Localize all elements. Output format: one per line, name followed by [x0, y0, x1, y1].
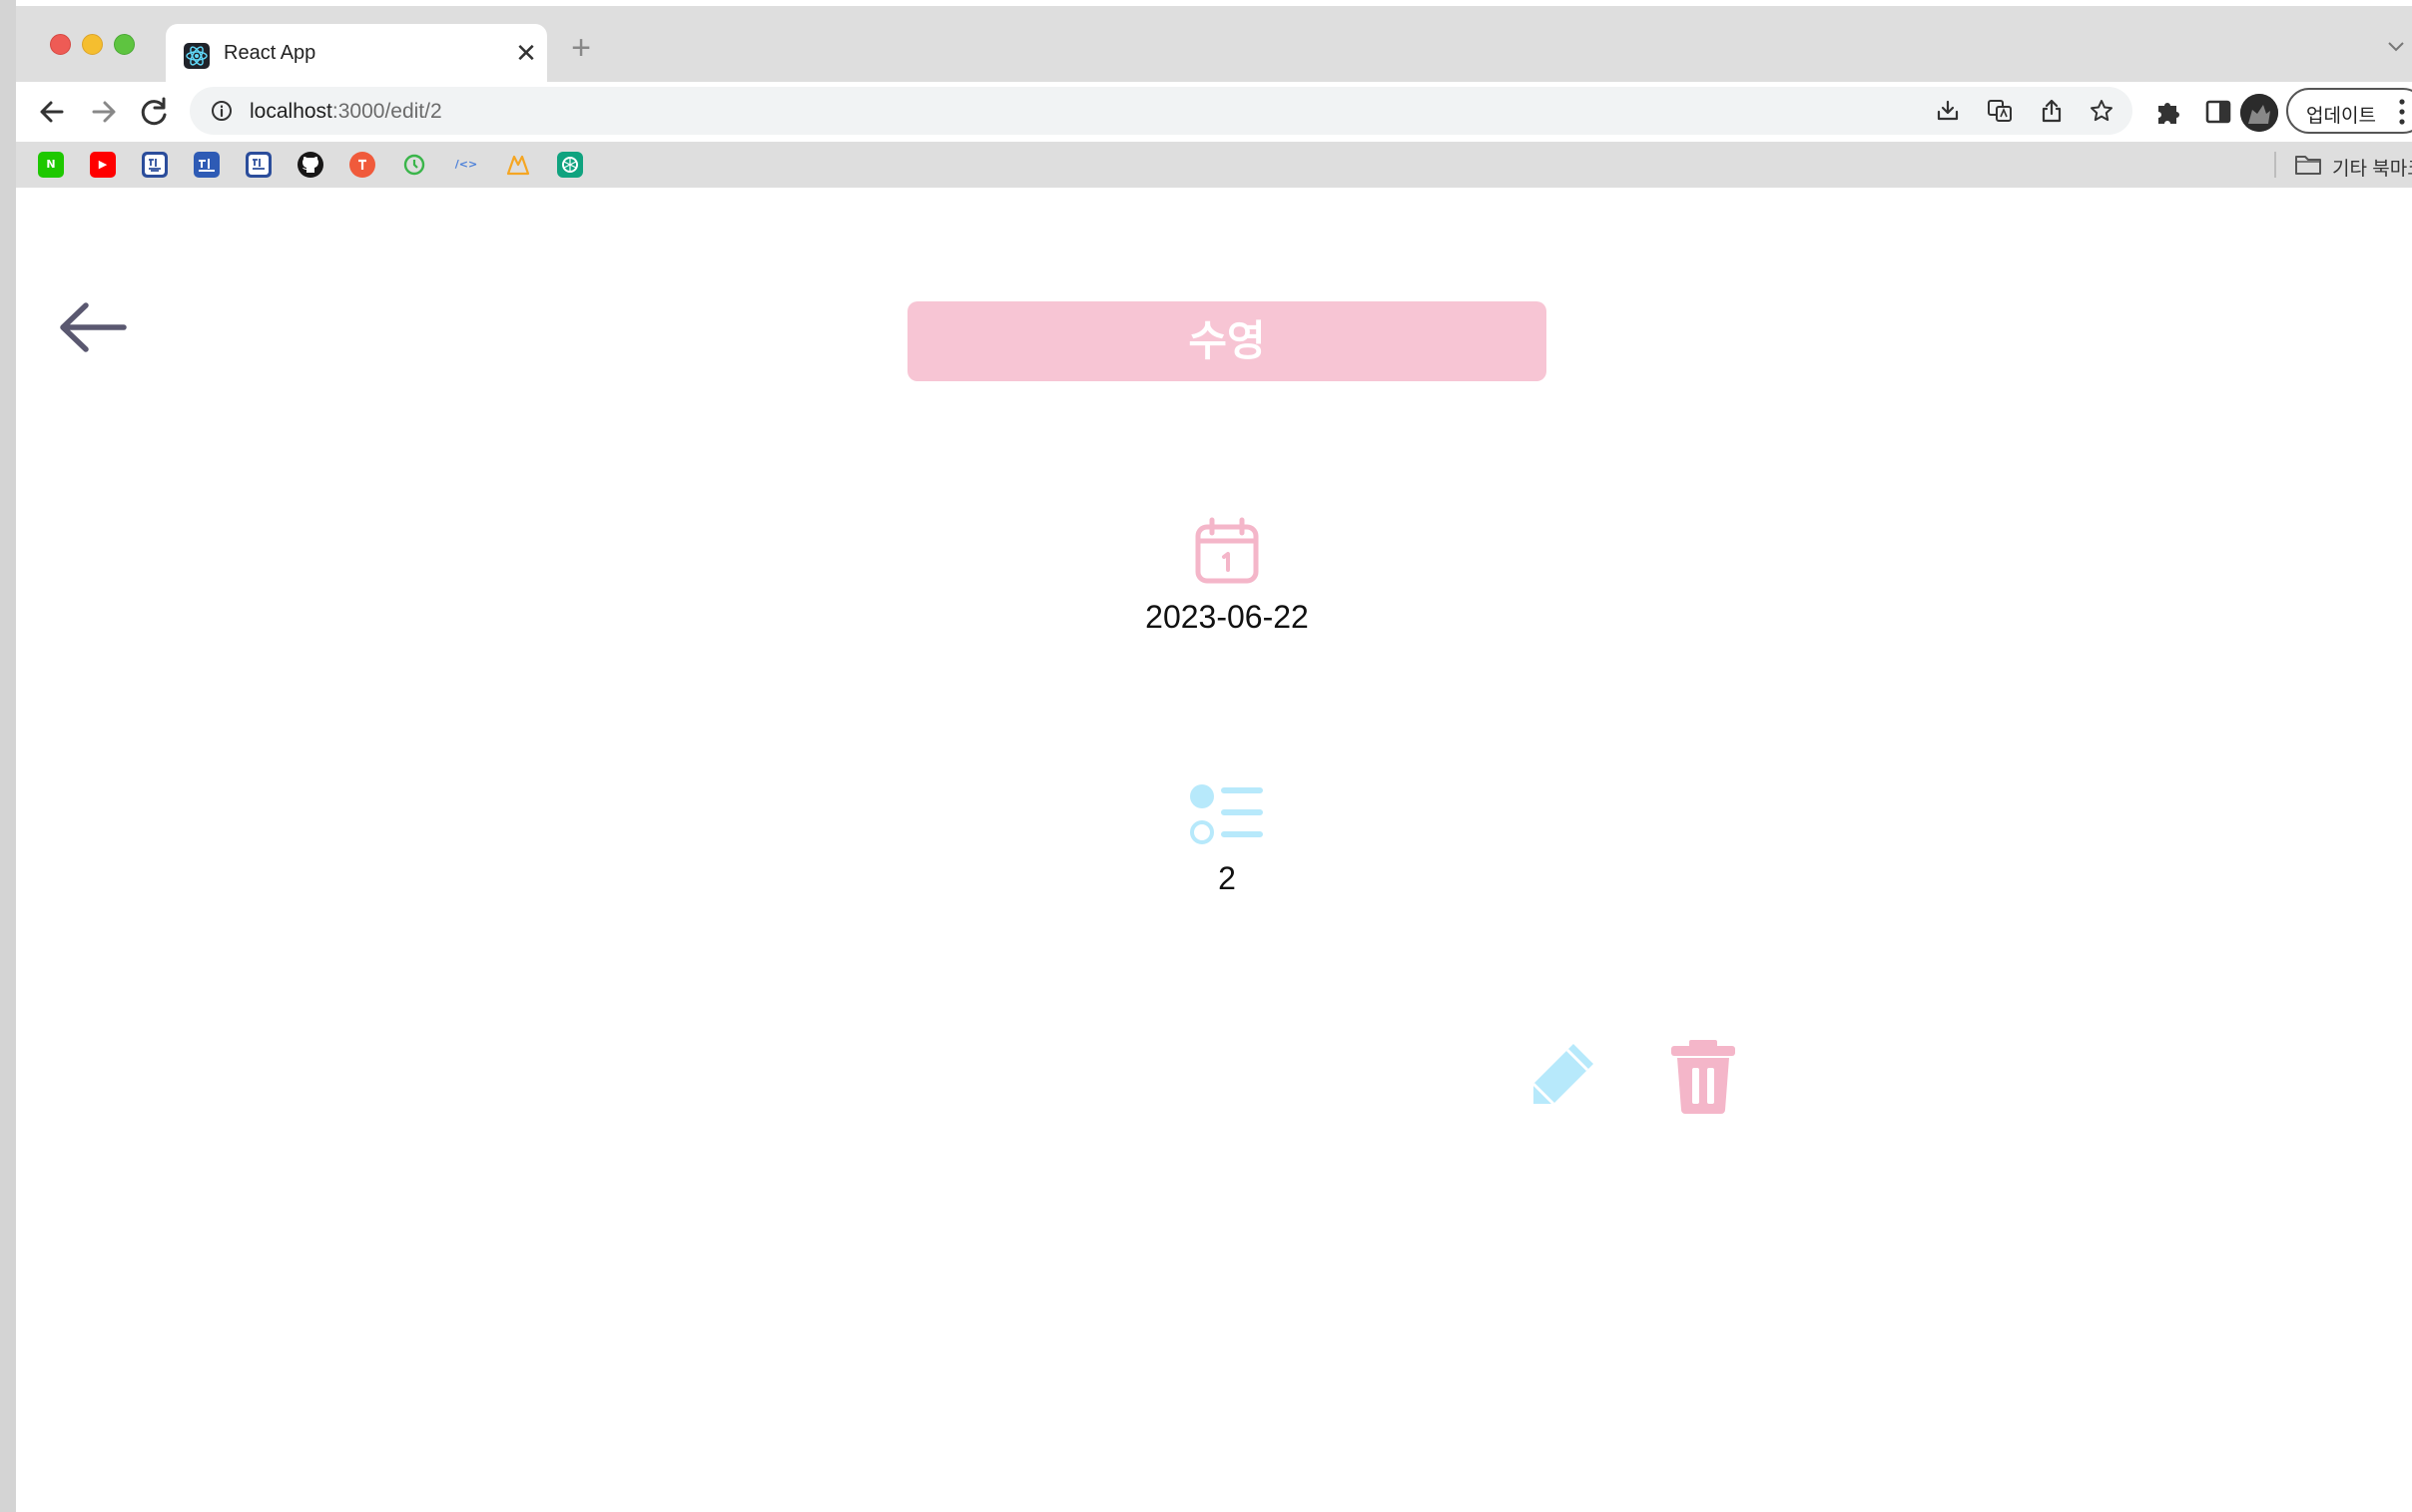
more-menu-icon[interactable]	[2398, 98, 2406, 126]
bookmark-triangle[interactable]	[505, 152, 531, 178]
url-host: localhost	[250, 100, 332, 123]
bookmark-kr-3[interactable]	[246, 152, 272, 178]
activity-date: 2023-06-22	[1145, 599, 1309, 635]
tab-title: React App	[224, 42, 316, 64]
activity-title-banner: 수영	[907, 301, 1546, 381]
bookmark-green[interactable]	[401, 152, 427, 178]
forward-button[interactable]	[86, 94, 122, 130]
zoom-window-button[interactable]	[114, 34, 135, 55]
info-icon[interactable]	[210, 99, 234, 123]
activity-count: 2	[1218, 860, 1236, 896]
calendar-icon	[1194, 517, 1260, 585]
delete-trash-icon[interactable]	[1667, 1038, 1739, 1114]
code-glyph: /<>	[454, 158, 478, 171]
share-icon[interactable]	[2039, 98, 2065, 124]
extensions-puzzle-icon[interactable]	[2152, 96, 2184, 128]
naver-glyph: N	[46, 158, 56, 171]
other-bookmarks-label[interactable]: 기타 북마크	[2332, 154, 2412, 181]
address-bar[interactable]: localhost:3000/edit/2	[190, 87, 2132, 135]
folder-icon[interactable]	[2294, 154, 2322, 176]
back-button[interactable]	[34, 94, 70, 130]
close-window-button[interactable]	[50, 34, 71, 55]
screen: React App ✕ + localhost:3000/edit/2 업데이트…	[0, 0, 2412, 1512]
youtube-glyph: ▶	[98, 158, 108, 171]
desktop-edge	[0, 0, 16, 1512]
page-content: 수영 2023-06-22 2	[16, 188, 2412, 1512]
update-label: 업데이트	[2306, 106, 2376, 127]
bookmark-kr-1[interactable]	[142, 152, 168, 178]
translate-icon[interactable]	[1987, 98, 2013, 124]
bookmark-code[interactable]: /<>	[453, 152, 479, 178]
github-icon[interactable]	[298, 152, 323, 178]
update-button[interactable]: 업데이트	[2286, 88, 2412, 134]
new-tab-button[interactable]: +	[563, 30, 599, 66]
chatgpt-icon[interactable]	[557, 152, 583, 178]
bookmark-naver[interactable]: N	[38, 152, 64, 178]
install-app-icon[interactable]	[1935, 98, 1961, 124]
browser-chrome: React App ✕ + localhost:3000/edit/2 업데이트…	[16, 6, 2412, 190]
star-icon[interactable]	[2089, 98, 2114, 124]
browser-toolbar: localhost:3000/edit/2 업데이트	[16, 82, 2412, 142]
chevron-down-icon[interactable]	[2384, 34, 2408, 58]
url-path: :3000/edit/2	[331, 100, 442, 123]
bookmarks-divider	[2274, 152, 2276, 178]
bookmark-youtube[interactable]: ▶	[90, 152, 116, 178]
url-text: localhost:3000/edit/2	[250, 100, 442, 124]
side-panel-icon[interactable]	[2202, 96, 2234, 128]
activity-title: 수영	[1188, 316, 1266, 365]
tab-react-app[interactable]: React App ✕	[166, 24, 547, 82]
bookmark-orange[interactable]	[349, 152, 375, 178]
browser-window: React App ✕ + localhost:3000/edit/2 업데이트…	[16, 6, 2412, 1512]
bookmark-kr-2[interactable]	[194, 152, 220, 178]
profile-avatar[interactable]	[2240, 94, 2278, 132]
edit-pencil-icon[interactable]	[1523, 1038, 1599, 1114]
list-icon	[1190, 782, 1264, 846]
reload-button[interactable]	[136, 94, 172, 130]
minimize-window-button[interactable]	[82, 34, 103, 55]
close-tab-icon[interactable]: ✕	[511, 38, 541, 68]
back-arrow-icon[interactable]	[58, 301, 128, 353]
react-icon	[184, 43, 210, 69]
bookmarks-bar: N ▶ /<> 기타 북마	[16, 142, 2412, 186]
